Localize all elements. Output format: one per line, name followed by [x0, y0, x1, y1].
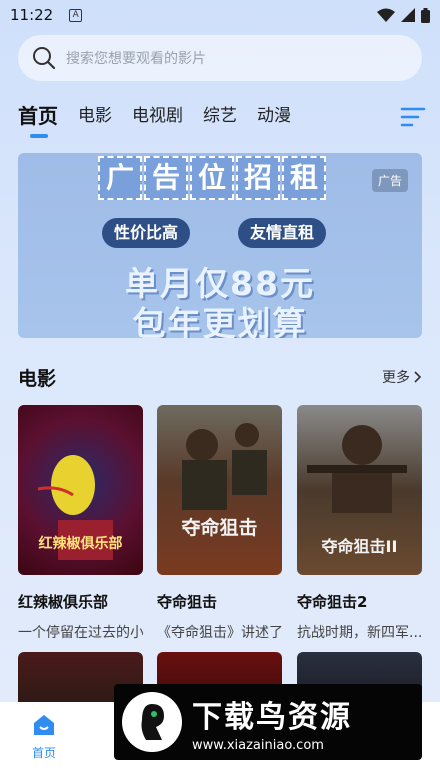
- movie-section-header: 电影 更多: [18, 362, 422, 392]
- banner-pill-left: 性价比高: [102, 218, 191, 248]
- search-input[interactable]: 搜索您想要观看的影片: [66, 48, 206, 68]
- movie-card[interactable]: 夺命狙击II 夺命狙击2 抗战时期，新四军...: [297, 405, 422, 642]
- banner-title-char: 租: [282, 156, 326, 200]
- poster-art: [182, 423, 267, 510]
- banner-pill-right: 友情直租: [238, 218, 327, 248]
- bird-logo-icon: [122, 692, 182, 752]
- nav-home-label: 首页: [31, 746, 56, 760]
- banner-title-char: 广: [98, 156, 142, 200]
- status-bar: 11:22 A: [0, 0, 440, 30]
- banner-title-char: 告: [144, 156, 188, 200]
- tab-movies[interactable]: 电影: [78, 100, 112, 132]
- home-icon: [34, 715, 54, 735]
- ad-banner[interactable]: 广 告 位 招 租 广告 性价比高 友情直租 单月仅88元 包年更划算: [18, 153, 422, 338]
- category-tabs: 首页 电影 电视剧 综艺 动漫: [18, 100, 422, 140]
- tab-tv-series[interactable]: 电视剧: [132, 100, 183, 132]
- more-link[interactable]: 更多: [382, 367, 422, 387]
- chevron-right-icon: [414, 371, 422, 383]
- banner-title: 广 告 位 招 租: [98, 156, 326, 200]
- ad-badge: 广告: [371, 169, 408, 192]
- poster-image: 夺命狙击II: [297, 405, 422, 575]
- signal-icon: [401, 8, 415, 22]
- watermark-url: www.xiazainiao.com: [192, 737, 324, 753]
- section-title: 电影: [18, 367, 57, 390]
- watermark: 下载鸟资源 www.xiazainiao.com: [114, 684, 422, 760]
- movie-title: 夺命狙击: [157, 593, 218, 611]
- movie-title: 夺命狙击2: [297, 593, 368, 611]
- more-label: 更多: [382, 370, 410, 386]
- poster-image: 夺命狙击: [157, 405, 282, 575]
- movie-desc: 抗战时期，新四军...: [297, 625, 422, 641]
- poster-title: 夺命狙击II: [321, 537, 398, 556]
- movie-card[interactable]: 夺命狙击 夺命狙击 《夺命狙击》讲述了...: [157, 405, 282, 642]
- banner-title-char: 招: [236, 156, 280, 200]
- nav-home[interactable]: 首页: [22, 712, 66, 761]
- search-bar[interactable]: 搜索您想要观看的影片: [18, 35, 422, 81]
- tab-variety[interactable]: 综艺: [203, 100, 237, 132]
- status-icons: [377, 7, 430, 23]
- movie-card[interactable]: 红辣椒俱乐部 红辣椒俱乐部 一个停留在过去的小...: [18, 405, 143, 642]
- banner-title-char: 位: [190, 156, 234, 200]
- poster-image: 红辣椒俱乐部: [18, 405, 143, 575]
- banner-line-2: 包年更划算: [132, 304, 308, 338]
- status-time: 11:22: [10, 6, 54, 24]
- movie-title: 红辣椒俱乐部: [18, 593, 109, 611]
- search-icon: [33, 47, 56, 70]
- tab-home[interactable]: 首页: [18, 100, 58, 138]
- watermark-text: 下载鸟资源 www.xiazainiao.com: [192, 692, 352, 753]
- poster-title: 夺命狙击: [181, 517, 258, 539]
- wifi-icon: [377, 8, 395, 22]
- menu-icon[interactable]: [400, 106, 426, 128]
- movie-desc: 一个停留在过去的小...: [18, 625, 143, 641]
- watermark-name: 下载鸟资源: [192, 699, 352, 735]
- movie-desc: 《夺命狙击》讲述了...: [157, 625, 282, 641]
- poster-title: 红辣椒俱乐部: [38, 536, 123, 552]
- battery-icon: [421, 7, 430, 23]
- notification-icon: A: [69, 8, 83, 22]
- tab-anime[interactable]: 动漫: [257, 100, 291, 132]
